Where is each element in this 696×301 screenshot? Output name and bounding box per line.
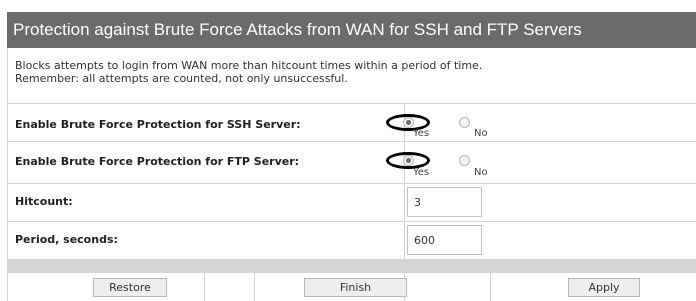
period-row: Period, seconds: 600	[7, 222, 696, 260]
cell-divider	[204, 273, 205, 301]
row-divider	[404, 222, 405, 259]
period-label: Period, seconds:	[15, 233, 118, 246]
ssh-no-label: No	[474, 128, 488, 139]
apply-button[interactable]: Apply	[568, 278, 640, 297]
ftp-yes-radio[interactable]	[403, 155, 414, 166]
ftp-yes-label: Yes	[413, 167, 430, 178]
ftp-no-radio[interactable]	[459, 155, 470, 166]
ssh-yes-radio[interactable]	[403, 117, 414, 128]
hitcount-input[interactable]: 3	[407, 187, 482, 217]
ssh-yes-label: Yes	[413, 128, 430, 139]
ssh-protection-row: Enable Brute Force Protection for SSH Se…	[7, 104, 696, 142]
section-title: Protection against Brute Force Attacks f…	[13, 20, 582, 39]
description-line-2: Remember: all attempts are counted, not …	[15, 72, 348, 85]
finish-button[interactable]: Finish	[304, 278, 407, 297]
restore-button[interactable]: Restore	[93, 278, 167, 297]
hitcount-label: Hitcount:	[15, 195, 73, 208]
row-divider	[404, 184, 405, 221]
ssh-protection-label: Enable Brute Force Protection for SSH Se…	[15, 118, 301, 131]
ssh-no-radio[interactable]	[459, 117, 470, 128]
separator-bar	[7, 260, 696, 273]
section-header: Protection against Brute Force Attacks f…	[7, 12, 696, 48]
cell-divider	[490, 273, 491, 301]
ftp-protection-row: Enable Brute Force Protection for FTP Se…	[7, 142, 696, 184]
ftp-no-label: No	[474, 167, 488, 178]
description-line-1: Blocks attempts to login from WAN more t…	[15, 59, 483, 72]
button-row: Restore Finish Apply	[7, 273, 696, 301]
hitcount-row: Hitcount: 3	[7, 184, 696, 222]
ftp-protection-label: Enable Brute Force Protection for FTP Se…	[15, 155, 300, 168]
period-input[interactable]: 600	[407, 225, 482, 255]
cell-divider	[254, 273, 255, 301]
description: Blocks attempts to login from WAN more t…	[7, 48, 696, 104]
